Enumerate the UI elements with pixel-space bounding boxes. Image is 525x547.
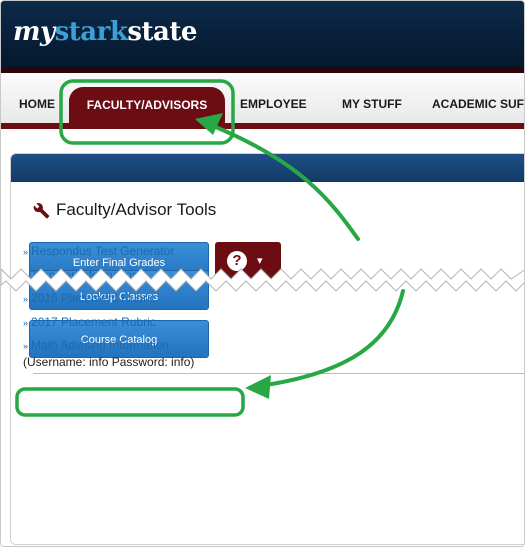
nav-academic[interactable]: ACADEMIC SUF (432, 97, 524, 111)
link-2016-placement-rubric[interactable]: » 2016 Placement Rubric (23, 290, 503, 314)
link-bullet: » (23, 247, 29, 257)
nav-my-stuff[interactable]: MY STUFF (342, 97, 402, 111)
logo-prefix: my (13, 17, 55, 47)
link-2017-placement-rubric[interactable]: » 2017 Placement Rubric (23, 314, 503, 338)
link-bullet: » (23, 317, 29, 328)
nav-employee[interactable]: EMPLOYEE (240, 97, 307, 111)
link-label: 2016 Placement Rubric (31, 291, 156, 305)
nav-faculty-advisors[interactable]: FACULTY/ADVISORS (69, 87, 225, 127)
logo-middle: stark (54, 17, 128, 47)
logo-suffix: state (127, 17, 197, 47)
link-bullet: » (23, 341, 29, 351)
resource-links: » Respondus Test Generator » Transfer Info… (23, 243, 503, 369)
link-bullet: » (23, 270, 29, 281)
tools-heading: Faculty/Advisor Tools (33, 200, 216, 220)
link-label: Transfer Information (31, 267, 139, 282)
nav-home[interactable]: HOME (19, 97, 55, 111)
link-transfer-information[interactable]: » Transfer Information (23, 267, 503, 291)
divider (33, 373, 524, 374)
link-label: 2017 Placement Rubric (31, 314, 156, 329)
wrench-icon (33, 202, 50, 219)
nav-faculty-advisors-label: FACULTY/ADVISORS (86, 98, 208, 112)
link-bullet: » (23, 294, 29, 304)
panel-header-bar (11, 154, 524, 182)
tools-title: Faculty/Advisor Tools (56, 200, 217, 219)
site-header: mystarkstate (1, 1, 524, 73)
link-respondus[interactable]: » Respondus Test Generator (23, 243, 503, 267)
mystarkstate-logo[interactable]: mystarkstate (13, 17, 197, 47)
link-label: Math Advising Information (31, 338, 170, 352)
screenshot-frame: mystarkstate HOME EMPLOYEE MY STUFF ACAD… (0, 0, 525, 547)
credentials-note: (Username: info Password: info) (23, 354, 195, 369)
link-label: Respondus Test Generator (31, 244, 175, 258)
